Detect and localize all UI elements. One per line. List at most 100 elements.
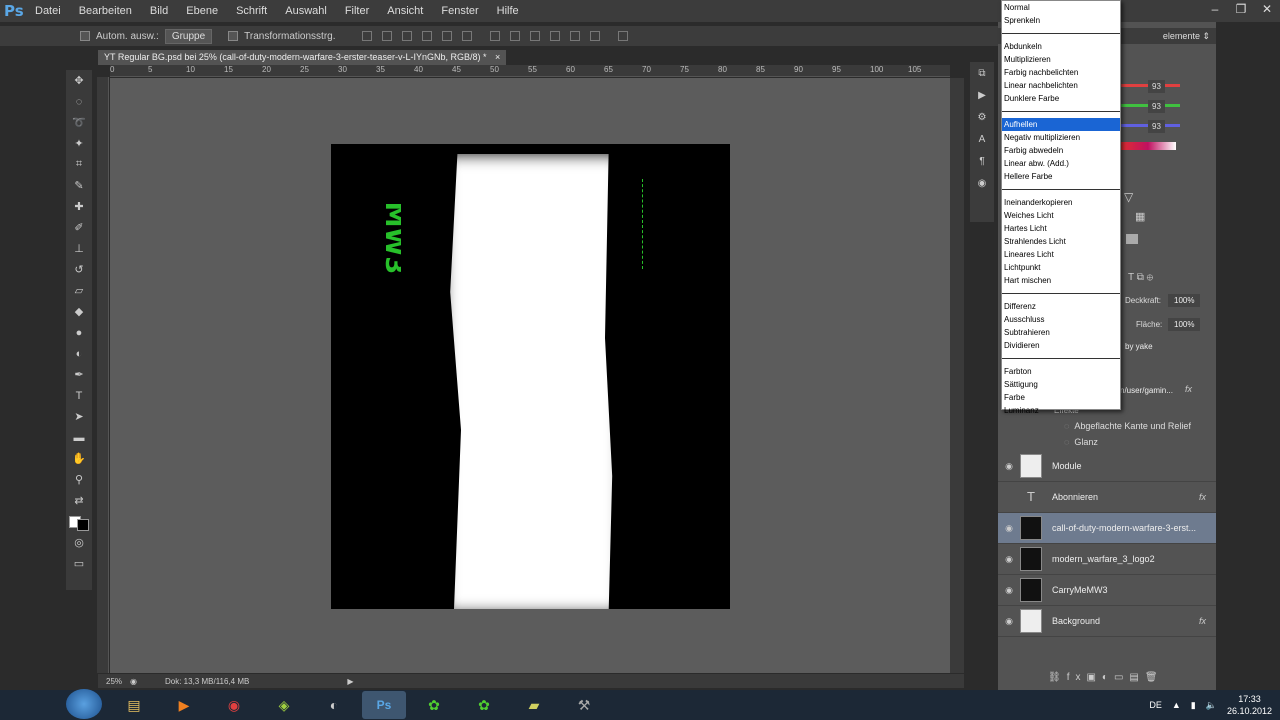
- menu-filter[interactable]: Filter: [336, 0, 378, 22]
- color-swatches[interactable]: [66, 511, 92, 532]
- visibility-eye-icon[interactable]: ◉: [998, 523, 1020, 534]
- blend-mode-option[interactable]: Negativ multiplizieren: [1002, 131, 1120, 144]
- icq-taskbar-icon[interactable]: ✿: [412, 691, 456, 719]
- path-selection-tool-icon[interactable]: ➤: [66, 406, 92, 427]
- blend-mode-option[interactable]: Subtrahieren: [1002, 326, 1120, 339]
- partial-layer-fx-icon[interactable]: fx: [1185, 384, 1192, 394]
- blend-mode-option[interactable]: Aufhellen: [1002, 118, 1120, 131]
- effect-satin[interactable]: ◌ Glanz: [998, 434, 1216, 450]
- layer-actions[interactable]: ⛓fx▣◐▭▤🗑: [1048, 672, 1164, 683]
- blend-mode-option[interactable]: Linear abw. (Add.): [1002, 157, 1120, 170]
- paragraph-icon[interactable]: ¶: [970, 150, 994, 172]
- layer-filter-icons[interactable]: T ⧉ ⊕: [1128, 272, 1153, 283]
- eyedropper-tool-icon[interactable]: ✎: [66, 175, 92, 196]
- healing-brush-tool-icon[interactable]: ✚: [66, 196, 92, 217]
- magic-wand-tool-icon[interactable]: ✦: [66, 133, 92, 154]
- menu-bild[interactable]: Bild: [141, 0, 177, 22]
- visibility-eye-icon[interactable]: ◉: [998, 616, 1020, 627]
- menu-fenster[interactable]: Fenster: [432, 0, 487, 22]
- quick-mask-icon[interactable]: ◎: [66, 532, 92, 553]
- blue-value[interactable]: 93: [1148, 120, 1165, 133]
- blend-mode-option[interactable]: Sprenkeln: [1002, 14, 1120, 27]
- media-player-taskbar-icon[interactable]: ▶: [162, 691, 206, 719]
- layer-row[interactable]: ◉ modern_warfare_3_logo2: [998, 544, 1216, 575]
- actions-icon[interactable]: ▶: [970, 84, 994, 106]
- blend-mode-option[interactable]: Hartes Licht: [1002, 222, 1120, 235]
- visibility-eye-icon[interactable]: ◉: [998, 585, 1020, 596]
- blend-mode-option[interactable]: Normal: [1002, 1, 1120, 14]
- blend-mode-option[interactable]: Differenz: [1002, 300, 1120, 313]
- windows-start-button[interactable]: [66, 689, 102, 719]
- marquee-tool-icon[interactable]: ◌: [66, 91, 92, 112]
- tray-arrow-icon[interactable]: ▲: [1172, 700, 1181, 710]
- zoom-tool-icon[interactable]: ⚲: [66, 469, 92, 490]
- align-middle-icon[interactable]: [381, 31, 392, 41]
- cinema-taskbar-icon[interactable]: ◐: [312, 691, 356, 719]
- notes-taskbar-icon[interactable]: ▰: [512, 691, 556, 719]
- type-tool-icon[interactable]: T: [66, 385, 92, 406]
- layer-row[interactable]: ◉ Module: [998, 451, 1216, 482]
- tool-taskbar-icon[interactable]: ⚒: [562, 691, 606, 719]
- menu-schrift[interactable]: Schrift: [227, 0, 276, 22]
- blend-mode-option[interactable]: Luminanz: [1002, 404, 1120, 417]
- red-value[interactable]: 93: [1148, 80, 1165, 93]
- group-select[interactable]: Gruppe: [164, 28, 213, 44]
- move-tool-icon[interactable]: ✥: [66, 70, 92, 91]
- distribute-bottom-icon[interactable]: [529, 31, 540, 41]
- vertical-scrollbar[interactable]: [950, 78, 964, 673]
- blend-mode-option[interactable]: Ausschluss: [1002, 313, 1120, 326]
- distribute-right-icon[interactable]: [589, 31, 600, 41]
- menu-bearbeiten[interactable]: Bearbeiten: [70, 0, 141, 22]
- volume-icon[interactable]: 🔈: [1206, 700, 1217, 711]
- screen-mode-icon[interactable]: ▭: [66, 553, 92, 574]
- align-bottom-icon[interactable]: [401, 31, 412, 41]
- brush-tool-icon[interactable]: ✐: [66, 217, 92, 238]
- blend-mode-option[interactable]: Weiches Licht: [1002, 209, 1120, 222]
- network-icon[interactable]: ▮: [1191, 700, 1196, 711]
- blend-mode-option[interactable]: Strahlendes Licht: [1002, 235, 1120, 248]
- status-info-icon[interactable]: ◉: [130, 677, 137, 686]
- visibility-eye-icon[interactable]: ◉: [998, 554, 1020, 565]
- properties-icon[interactable]: ⚙: [970, 106, 994, 128]
- blend-mode-option[interactable]: Lineares Licht: [1002, 248, 1120, 261]
- menu-datei[interactable]: Datei: [26, 0, 70, 22]
- distribute-middle-icon[interactable]: [509, 31, 520, 41]
- auto-align-icon[interactable]: [617, 31, 628, 41]
- dodge-tool-icon[interactable]: ◐: [66, 343, 92, 364]
- blend-mode-option[interactable]: Lichtpunkt: [1002, 261, 1120, 274]
- maximize-button[interactable]: ❐: [1228, 0, 1254, 22]
- blend-mode-option[interactable]: Ineinanderkopieren: [1002, 196, 1120, 209]
- adjustment-icons[interactable]: ▽: [1124, 190, 1133, 204]
- history-icon[interactable]: ⧉: [970, 62, 994, 84]
- opacity-value[interactable]: 100%: [1168, 294, 1201, 307]
- blend-mode-option[interactable]: Multiplizieren: [1002, 53, 1120, 66]
- blend-mode-option[interactable]: Hart mischen: [1002, 274, 1120, 287]
- menu-auswahl[interactable]: Auswahl: [276, 0, 336, 22]
- blend-mode-option[interactable]: Farbig nachbelichten: [1002, 66, 1120, 79]
- close-button[interactable]: ✕: [1254, 0, 1280, 22]
- align-left-icon[interactable]: [421, 31, 432, 41]
- photoshop-taskbar-icon[interactable]: Ps: [362, 691, 406, 719]
- blend-mode-option[interactable]: Hellere Farbe: [1002, 170, 1120, 183]
- align-top-icon[interactable]: [361, 31, 372, 41]
- icq2-taskbar-icon[interactable]: ✿: [462, 691, 506, 719]
- blend-mode-option[interactable]: Farbe: [1002, 391, 1120, 404]
- transform-checkbox[interactable]: [228, 31, 239, 41]
- clock[interactable]: 17:33 26.10.2012: [1227, 693, 1272, 717]
- eraser-tool-icon[interactable]: ▱: [66, 280, 92, 301]
- effect-bevel-emboss[interactable]: ◌ Abgeflachte Kante und Relief: [998, 418, 1216, 434]
- document-canvas[interactable]: MW3: [331, 144, 730, 609]
- blend-mode-option[interactable]: Sättigung: [1002, 378, 1120, 391]
- layer-fx-icon[interactable]: fx: [1199, 616, 1206, 626]
- layer-row[interactable]: T Abonnieren fx: [998, 482, 1216, 513]
- blend-mode-option[interactable]: Farbton: [1002, 365, 1120, 378]
- visibility-eye-icon[interactable]: ◉: [998, 461, 1020, 472]
- document-tab[interactable]: YT Regular BG.psd bei 25% (call-of-duty-…: [98, 50, 507, 65]
- menu-ebene[interactable]: Ebene: [177, 0, 227, 22]
- auto-select-checkbox[interactable]: [80, 31, 90, 41]
- distribute-left-icon[interactable]: [549, 31, 560, 41]
- language-indicator[interactable]: DE: [1149, 700, 1162, 710]
- hand-tool-icon[interactable]: ✋: [66, 448, 92, 469]
- kuler-icon[interactable]: ◉: [970, 172, 994, 194]
- layer-row[interactable]: ◉ call-of-duty-modern-warfare-3-erst...: [998, 513, 1216, 544]
